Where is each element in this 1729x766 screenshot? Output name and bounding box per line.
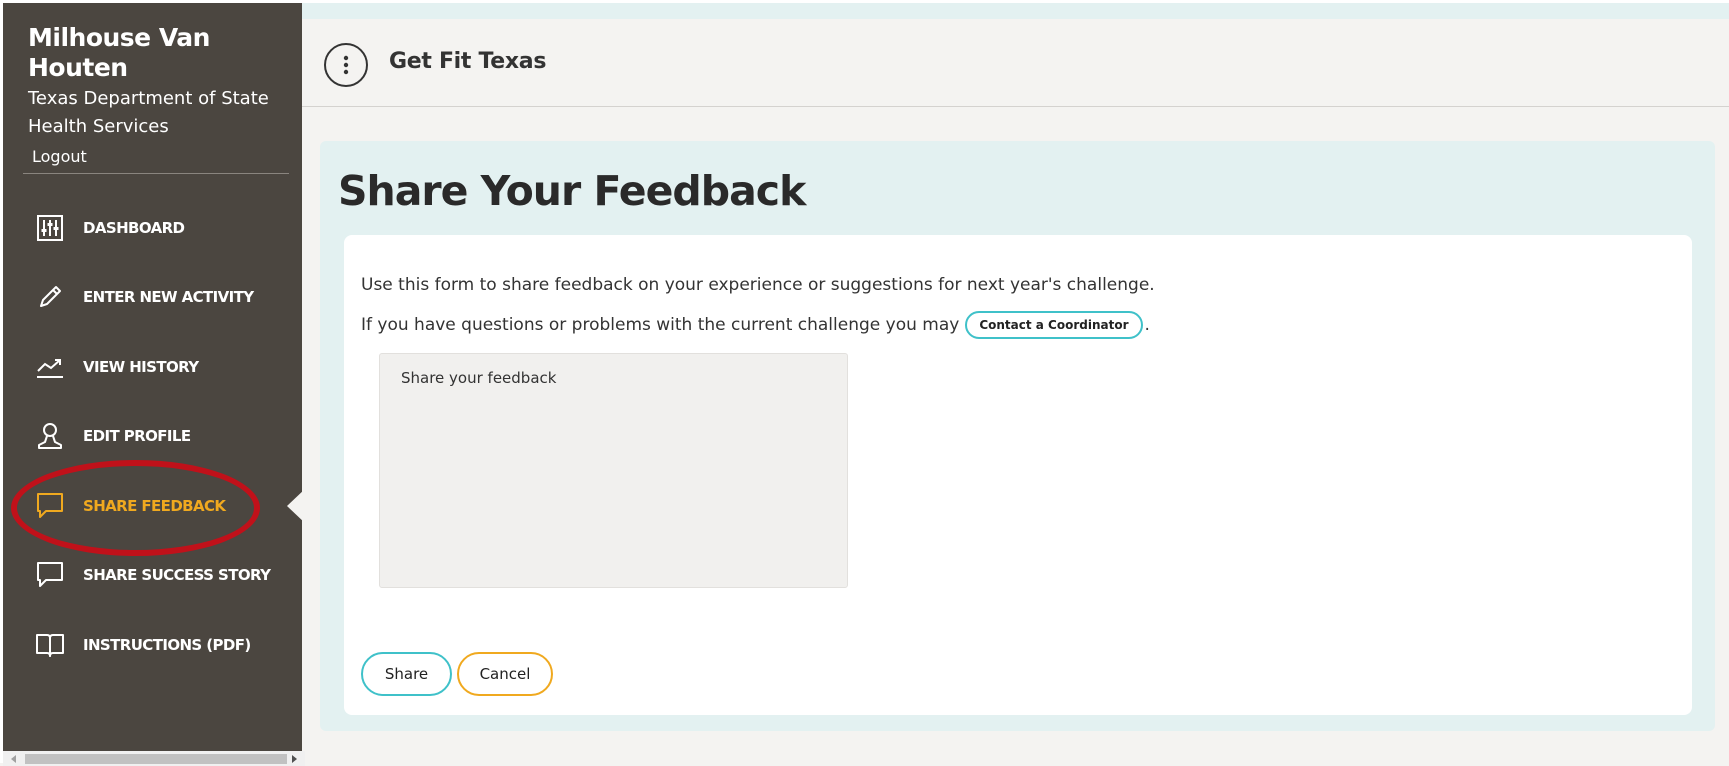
person-icon [33, 419, 67, 453]
menu-button[interactable] [324, 43, 368, 87]
sidebar-item-dashboard[interactable]: DASHBOARD [3, 193, 305, 263]
contact-coordinator-button[interactable]: Contact a Coordinator [965, 311, 1143, 339]
sidebar-item-label: INSTRUCTIONS (PDF) [83, 635, 251, 654]
user-block: Milhouse Van Houten Texas Department of … [28, 23, 298, 166]
scroll-right-arrow-icon[interactable] [292, 755, 297, 763]
question-line: If you have questions or problems with t… [361, 308, 1150, 342]
horizontal-scrollbar[interactable] [3, 751, 305, 766]
app-title: Get Fit Texas [389, 49, 547, 74]
user-name: Milhouse Van Houten [28, 23, 210, 82]
sidebar-item-view-history[interactable]: VIEW HISTORY [3, 332, 305, 402]
vertical-dots-icon [343, 55, 349, 75]
dashboard-sliders-icon [33, 211, 67, 245]
feedback-textarea[interactable] [379, 353, 848, 588]
sidebar-item-label: EDIT PROFILE [83, 427, 191, 446]
page-title: Share Your Feedback [338, 167, 806, 215]
question-suffix: . [1144, 315, 1150, 335]
share-button[interactable]: Share [361, 652, 452, 696]
speech-bubble-icon [33, 489, 67, 523]
pencil-icon [33, 280, 67, 314]
feedback-panel: Share Your Feedback Use this form to sha… [320, 141, 1715, 731]
sidebar-item-instructions-pdf[interactable]: INSTRUCTIONS (PDF) [3, 610, 305, 680]
sidebar-item-share-success-story[interactable]: SHARE SUCCESS STORY [3, 541, 305, 611]
sidebar-item-label: VIEW HISTORY [83, 357, 199, 376]
sidebar-item-share-feedback[interactable]: SHARE FEEDBACK [3, 471, 306, 541]
question-text: If you have questions or problems with t… [361, 315, 960, 335]
active-item-pointer [287, 487, 306, 524]
speech-bubble-icon [33, 558, 67, 592]
sidebar-item-label: ENTER NEW ACTIVITY [83, 288, 254, 307]
scroll-left-arrow-icon[interactable] [11, 755, 16, 763]
user-organization: Texas Department of State Health Service… [28, 88, 269, 137]
sidebar-item-label: DASHBOARD [83, 218, 185, 237]
trend-chart-icon [33, 350, 67, 384]
sidebar-item-edit-profile[interactable]: EDIT PROFILE [3, 402, 305, 472]
sidebar-item-enter-new-activity[interactable]: ENTER NEW ACTIVITY [3, 263, 305, 333]
sidebar-item-label: SHARE SUCCESS STORY [83, 566, 271, 585]
sidebar-divider [23, 173, 289, 174]
header-bar: Get Fit Texas [302, 19, 1729, 107]
cancel-button[interactable]: Cancel [457, 652, 553, 696]
feedback-form-card: Use this form to share feedback on your … [344, 235, 1692, 715]
sidebar-nav: DASHBOARD ENTER NEW ACTIVITY VIEW HISTOR… [3, 193, 306, 680]
top-strip [302, 0, 1729, 19]
sidebar-item-label: SHARE FEEDBACK [83, 496, 226, 515]
intro-text: Use this form to share feedback on your … [361, 275, 1155, 295]
open-book-icon [33, 628, 67, 662]
logout-link[interactable]: Logout [32, 147, 87, 166]
sidebar: Milhouse Van Houten Texas Department of … [0, 0, 306, 766]
